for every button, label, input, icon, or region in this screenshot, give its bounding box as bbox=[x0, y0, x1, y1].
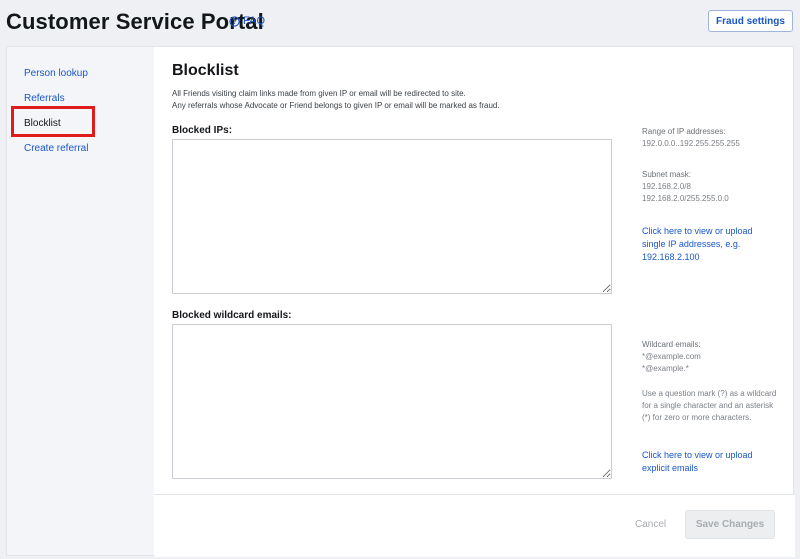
main-panel: Person lookup Referrals Blocklist Create… bbox=[6, 46, 795, 557]
sidebar-item-referrals[interactable]: Referrals bbox=[24, 93, 65, 104]
view-upload-emails-link[interactable]: Click here to view or upload explicit em… bbox=[642, 449, 777, 475]
description-line: All Friends visiting claim links made fr… bbox=[172, 89, 466, 98]
sidebar: Person lookup Referrals Blocklist Create… bbox=[7, 47, 154, 555]
subnet-mask-example: 192.168.2.0/8 bbox=[642, 182, 691, 191]
subnet-mask-label: Subnet mask: bbox=[642, 170, 691, 179]
wildcard-emails-label: Wildcard emails: bbox=[642, 340, 701, 349]
faq-label: FAQ bbox=[243, 15, 266, 27]
blocked-emails-label: Blocked wildcard emails: bbox=[172, 310, 292, 321]
form-footer: Cancel Save Changes bbox=[154, 494, 795, 557]
active-item-highlight bbox=[11, 106, 95, 137]
blocked-ips-label: Blocked IPs: bbox=[172, 125, 233, 136]
help-circle-icon: ? bbox=[229, 15, 240, 27]
ip-range-value: 192.0.0.0..192.255.255.255 bbox=[642, 139, 740, 148]
faq-link[interactable]: ? FAQ bbox=[229, 15, 265, 27]
save-changes-button[interactable]: Save Changes bbox=[685, 510, 775, 539]
wildcard-email-example: *@example.* bbox=[642, 364, 689, 373]
subnet-mask-example: 192.168.2.0/255.255.0.0 bbox=[642, 194, 729, 203]
blocked-emails-textarea[interactable] bbox=[172, 324, 612, 479]
section-title: Blocklist bbox=[172, 62, 239, 79]
blocklist-content: Blocklist All Friends visiting claim lin… bbox=[154, 47, 795, 494]
blocked-ips-textarea[interactable] bbox=[172, 139, 612, 294]
description-line: Any referrals whose Advocate or Friend b… bbox=[172, 101, 500, 110]
wildcard-explanation: Use a question mark (?) as a wildcard fo… bbox=[642, 389, 777, 422]
sidebar-item-create-referral[interactable]: Create referral bbox=[24, 143, 88, 154]
fraud-settings-button[interactable]: Fraud settings bbox=[708, 10, 793, 32]
page-title: Customer Service Portal bbox=[6, 9, 264, 34]
svg-text:?: ? bbox=[232, 17, 237, 26]
wildcard-email-example: *@example.com bbox=[642, 352, 701, 361]
sidebar-item-person-lookup[interactable]: Person lookup bbox=[24, 68, 88, 79]
cancel-button[interactable]: Cancel bbox=[635, 519, 666, 530]
view-upload-ips-link[interactable]: Click here to view or upload single IP a… bbox=[642, 225, 777, 264]
ip-range-label: Range of IP addresses: bbox=[642, 127, 726, 136]
